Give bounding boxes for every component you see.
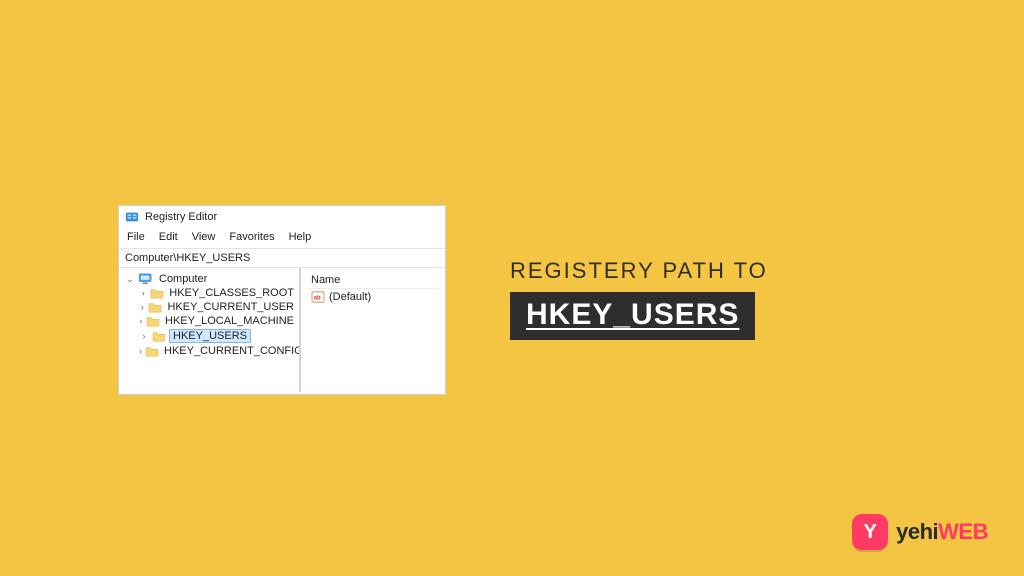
folder-icon [146, 315, 160, 327]
brand-name-part1: yehi [896, 519, 938, 544]
regedit-app-icon [125, 210, 139, 224]
folder-icon [145, 345, 159, 357]
tree-node-hku[interactable]: › HKEY_USERS [121, 328, 298, 344]
computer-icon [138, 273, 154, 285]
menu-bar: File Edit View Favorites Help [119, 228, 445, 248]
brand-icon: Y [852, 514, 888, 550]
list-item-name: (Default) [329, 291, 371, 303]
brand-icon-letter: Y [863, 521, 876, 544]
chevron-right-icon[interactable]: › [139, 289, 147, 298]
folder-icon [152, 330, 166, 342]
tree-node-label: HKEY_CURRENT_CONFIG [162, 345, 301, 357]
chevron-right-icon[interactable]: › [139, 303, 145, 312]
tree-node-hkcr[interactable]: › HKEY_CLASSES_ROOT [121, 286, 298, 300]
tree-root-label: Computer [157, 273, 209, 285]
chevron-down-icon[interactable]: ⌄ [125, 275, 135, 284]
menu-help[interactable]: Help [289, 231, 312, 243]
split-panes: ⌄ Computer › [119, 268, 445, 392]
menu-file[interactable]: File [127, 231, 145, 243]
tree-pane: ⌄ Computer › [119, 268, 301, 392]
headline: REGISTERY PATH TO HKEY_USERS [510, 258, 768, 340]
folder-icon [148, 301, 162, 313]
tree-node-label: HKEY_CURRENT_USER [165, 301, 296, 313]
window-titlebar: Registry Editor [119, 206, 445, 228]
chevron-right-icon[interactable]: › [139, 347, 142, 356]
registry-editor-window: Registry Editor File Edit View Favorites… [118, 205, 446, 395]
chevron-right-icon[interactable]: › [139, 332, 149, 341]
menu-edit[interactable]: Edit [159, 231, 178, 243]
folder-icon [150, 287, 164, 299]
svg-text:ab: ab [314, 296, 321, 302]
list-item[interactable]: ab (Default) [307, 289, 439, 305]
column-header-name[interactable]: Name [307, 272, 439, 289]
tree-children: › HKEY_CLASSES_ROOT › HKEY_CURRENT_USER [121, 286, 298, 358]
menu-favorites[interactable]: Favorites [229, 231, 274, 243]
brand-name-part2: WEB [938, 519, 988, 544]
headline-small: REGISTERY PATH TO [510, 258, 768, 284]
tree-node-label: HKEY_CLASSES_ROOT [167, 287, 296, 299]
tree-root-computer[interactable]: ⌄ Computer [121, 272, 298, 286]
tree-node-label: HKEY_USERS [169, 329, 251, 343]
tree-node-label: HKEY_LOCAL_MACHINE [163, 315, 296, 327]
address-bar[interactable]: Computer\HKEY_USERS [119, 248, 445, 268]
chevron-right-icon[interactable]: › [139, 317, 143, 326]
graphic-canvas: Registry Editor File Edit View Favorites… [0, 0, 1024, 576]
window-title: Registry Editor [145, 211, 217, 223]
headline-badge: HKEY_USERS [510, 292, 755, 340]
menu-view[interactable]: View [192, 231, 216, 243]
tree-node-hklm[interactable]: › HKEY_LOCAL_MACHINE [121, 314, 298, 328]
brand-logo: Y yehiWEB [852, 514, 988, 550]
tree-node-hkcu[interactable]: › HKEY_CURRENT_USER [121, 300, 298, 314]
reg-string-icon: ab [311, 291, 325, 303]
brand-wordmark: yehiWEB [896, 519, 988, 545]
tree-node-hkcc[interactable]: › HKEY_CURRENT_CONFIG [121, 344, 298, 358]
values-pane: Name ab (Default) [301, 268, 445, 392]
